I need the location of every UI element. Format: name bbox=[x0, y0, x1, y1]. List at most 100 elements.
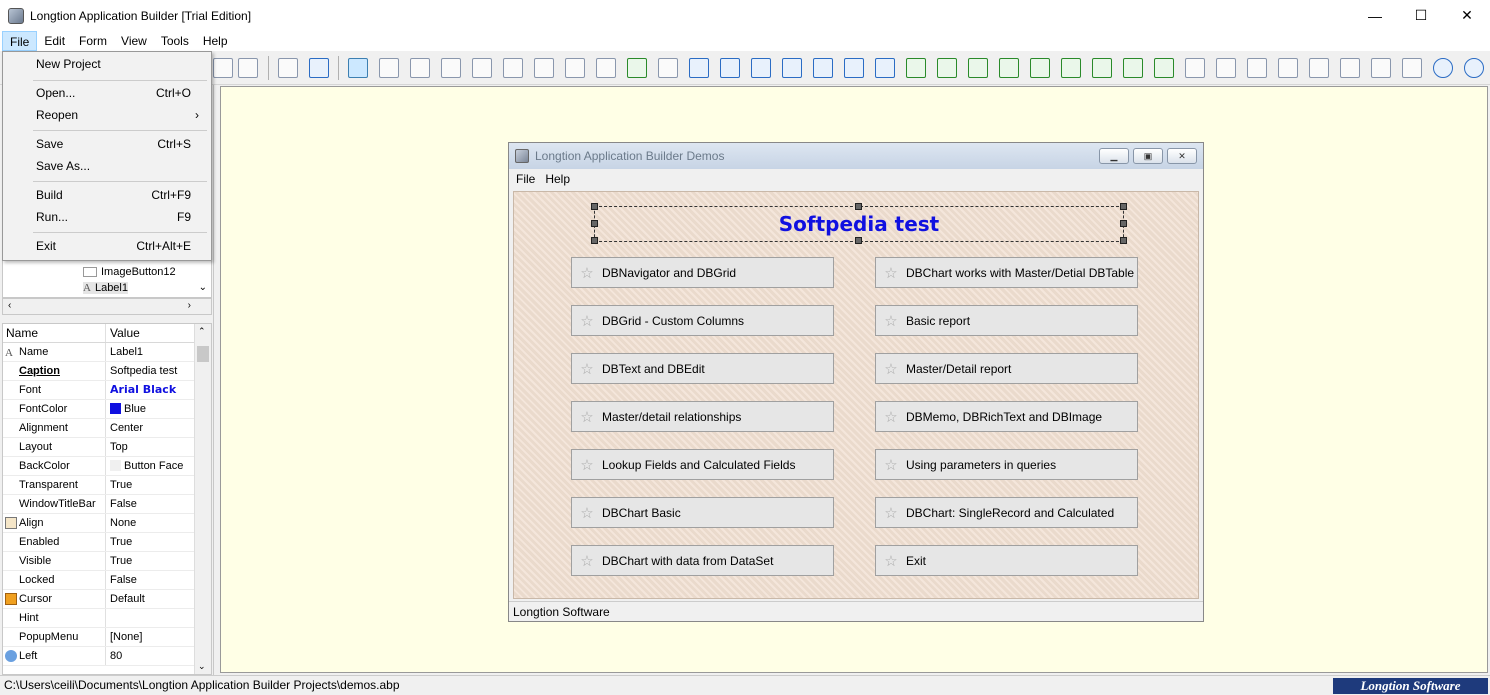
menu-item-open[interactable]: Open... Ctrl+O bbox=[3, 82, 211, 104]
prop-value[interactable]: Top bbox=[106, 438, 195, 456]
checkbox-tool-icon[interactable] bbox=[937, 58, 957, 78]
prop-value-caption[interactable]: Softpedia test bbox=[106, 362, 195, 380]
menu-item-run[interactable]: Run... F9 bbox=[3, 206, 211, 228]
prop-value[interactable]: [None] bbox=[106, 628, 195, 646]
tree-tool-icon[interactable] bbox=[1371, 58, 1391, 78]
close-button[interactable]: ✕ bbox=[1444, 0, 1490, 31]
memo-tool-icon[interactable] bbox=[751, 58, 771, 78]
demo-restore-button[interactable]: ▣ bbox=[1133, 148, 1163, 164]
prop-value[interactable]: Blue bbox=[124, 403, 146, 415]
menu-item-save-as[interactable]: Save As... bbox=[3, 155, 211, 177]
prop-value[interactable]: Default bbox=[106, 590, 195, 608]
db-edit-tool-icon[interactable] bbox=[906, 58, 926, 78]
prop-row-backcolor[interactable]: BackColor Button Face bbox=[3, 457, 211, 476]
prop-value[interactable]: Button Face bbox=[124, 460, 183, 472]
resize-handle[interactable] bbox=[1120, 237, 1127, 244]
menu-help[interactable]: Help bbox=[196, 31, 235, 51]
prop-value[interactable]: Arial Black bbox=[106, 381, 195, 399]
grid-tool-icon[interactable] bbox=[472, 58, 492, 78]
list-tool-icon[interactable] bbox=[875, 58, 895, 78]
menu-view[interactable]: View bbox=[114, 31, 154, 51]
scroll-right-icon[interactable]: › bbox=[188, 300, 191, 311]
demo-button[interactable]: ☆ DBNavigator and DBGrid bbox=[571, 257, 834, 288]
demo-button[interactable]: ☆ DBGrid - Custom Columns bbox=[571, 305, 834, 336]
web-tool-icon[interactable] bbox=[1433, 58, 1453, 78]
menu-item-reopen[interactable]: Reopen › bbox=[3, 104, 211, 126]
page-tool-icon[interactable] bbox=[410, 58, 430, 78]
dbnav-tool-icon[interactable] bbox=[1092, 58, 1112, 78]
layout-tool-icon[interactable] bbox=[1402, 58, 1422, 78]
menu-tools[interactable]: Tools bbox=[154, 31, 196, 51]
demo-button[interactable]: ☆ DBChart works with Master/Detial DBTabl… bbox=[875, 257, 1138, 288]
menu-item-exit[interactable]: Exit Ctrl+Alt+E bbox=[3, 235, 211, 257]
demo-close-button[interactable]: ✕ bbox=[1167, 148, 1197, 164]
table-tool-icon[interactable] bbox=[1340, 58, 1360, 78]
calc-tool-icon[interactable] bbox=[1030, 58, 1050, 78]
new-form-icon[interactable] bbox=[278, 58, 298, 78]
preview-icon[interactable] bbox=[309, 58, 329, 78]
tabsheet-tool-icon[interactable] bbox=[441, 58, 461, 78]
image-button-tool-icon[interactable] bbox=[565, 58, 585, 78]
prop-row-windowtitlebar[interactable]: WindowTitleBar False bbox=[3, 495, 211, 514]
prop-row-locked[interactable]: Locked False bbox=[3, 571, 211, 590]
demo-button[interactable]: ☆ Lookup Fields and Calculated Fields bbox=[571, 449, 834, 480]
edit-tool-icon[interactable] bbox=[689, 58, 709, 78]
prop-row-popupmenu[interactable]: PopupMenu [None] bbox=[3, 628, 211, 647]
demo-minimize-button[interactable]: ▁ bbox=[1099, 148, 1129, 164]
chevron-down-icon[interactable]: ⌄ bbox=[199, 282, 207, 293]
combo-tool-icon[interactable] bbox=[844, 58, 864, 78]
richtext-tool-icon[interactable] bbox=[782, 58, 802, 78]
progress-tool-icon[interactable] bbox=[1278, 58, 1298, 78]
button-tool-icon[interactable] bbox=[534, 58, 554, 78]
prop-value[interactable] bbox=[106, 609, 195, 627]
text-tool-icon[interactable] bbox=[720, 58, 740, 78]
prop-value[interactable]: True bbox=[106, 533, 195, 551]
demo-button[interactable]: ☆ DBChart with data from DataSet bbox=[571, 545, 834, 576]
resize-handle[interactable] bbox=[855, 203, 862, 210]
resize-handle[interactable] bbox=[1120, 203, 1127, 210]
scroll-left-icon[interactable]: ‹ bbox=[8, 300, 11, 311]
prop-value[interactable]: False bbox=[106, 495, 195, 513]
prop-row-left[interactable]: Left 80 bbox=[3, 647, 211, 666]
prop-row-align[interactable]: Align None bbox=[3, 514, 211, 533]
dbquery-tool-icon[interactable] bbox=[1154, 58, 1174, 78]
dbgrid-tool-icon[interactable] bbox=[1061, 58, 1081, 78]
numeric-tool-icon[interactable] bbox=[999, 58, 1019, 78]
menu-item-new-project[interactable]: New Project bbox=[3, 53, 211, 75]
scroll-thumb[interactable] bbox=[197, 346, 209, 362]
radio-tool-icon[interactable] bbox=[968, 58, 988, 78]
image-tool-icon[interactable] bbox=[627, 58, 647, 78]
prop-row-name[interactable]: A Name Label1 bbox=[3, 343, 211, 362]
demo-button[interactable]: ☆ Exit bbox=[875, 545, 1138, 576]
resize-handle[interactable] bbox=[591, 203, 598, 210]
shape-tool-icon[interactable] bbox=[658, 58, 678, 78]
menu-form[interactable]: Form bbox=[72, 31, 114, 51]
more-tool-icon[interactable] bbox=[1464, 58, 1484, 78]
paste-icon[interactable] bbox=[238, 58, 258, 78]
scroll-up-icon[interactable]: ⌃ bbox=[198, 326, 206, 337]
prop-value[interactable]: False bbox=[106, 571, 195, 589]
resize-handle[interactable] bbox=[591, 220, 598, 227]
scroll-down-icon[interactable]: ⌄ bbox=[198, 661, 206, 672]
resize-handle[interactable] bbox=[855, 237, 862, 244]
demo-button[interactable]: ☆ DBChart: SingleRecord and Calculated bbox=[875, 497, 1138, 528]
prop-row-caption[interactable]: Caption Softpedia test bbox=[3, 362, 211, 381]
demo-form-window[interactable]: Longtion Application Builder Demos ▁ ▣ ✕… bbox=[508, 142, 1204, 622]
demo-button[interactable]: ☆ Basic report bbox=[875, 305, 1138, 336]
menu-edit[interactable]: Edit bbox=[37, 31, 72, 51]
cut-icon[interactable] bbox=[213, 58, 233, 78]
prop-row-cursor[interactable]: Cursor Default bbox=[3, 590, 211, 609]
tree-horizontal-scrollbar[interactable]: ‹ › bbox=[2, 298, 212, 315]
prop-row-alignment[interactable]: Alignment Center bbox=[3, 419, 211, 438]
panel-tool-icon[interactable] bbox=[379, 58, 399, 78]
prop-row-visible[interactable]: Visible True bbox=[3, 552, 211, 571]
prop-row-transparent[interactable]: Transparent True bbox=[3, 476, 211, 495]
demo-button[interactable]: ☆ DBChart Basic bbox=[571, 497, 834, 528]
trackbar-tool-icon[interactable] bbox=[1247, 58, 1267, 78]
prop-row-enabled[interactable]: Enabled True bbox=[3, 533, 211, 552]
menu-item-save[interactable]: Save Ctrl+S bbox=[3, 133, 211, 155]
demo-menu-file[interactable]: File bbox=[511, 172, 540, 186]
label-tool-icon[interactable] bbox=[596, 58, 616, 78]
prop-value[interactable]: Center bbox=[106, 419, 195, 437]
prop-value[interactable]: 80 bbox=[106, 647, 195, 665]
